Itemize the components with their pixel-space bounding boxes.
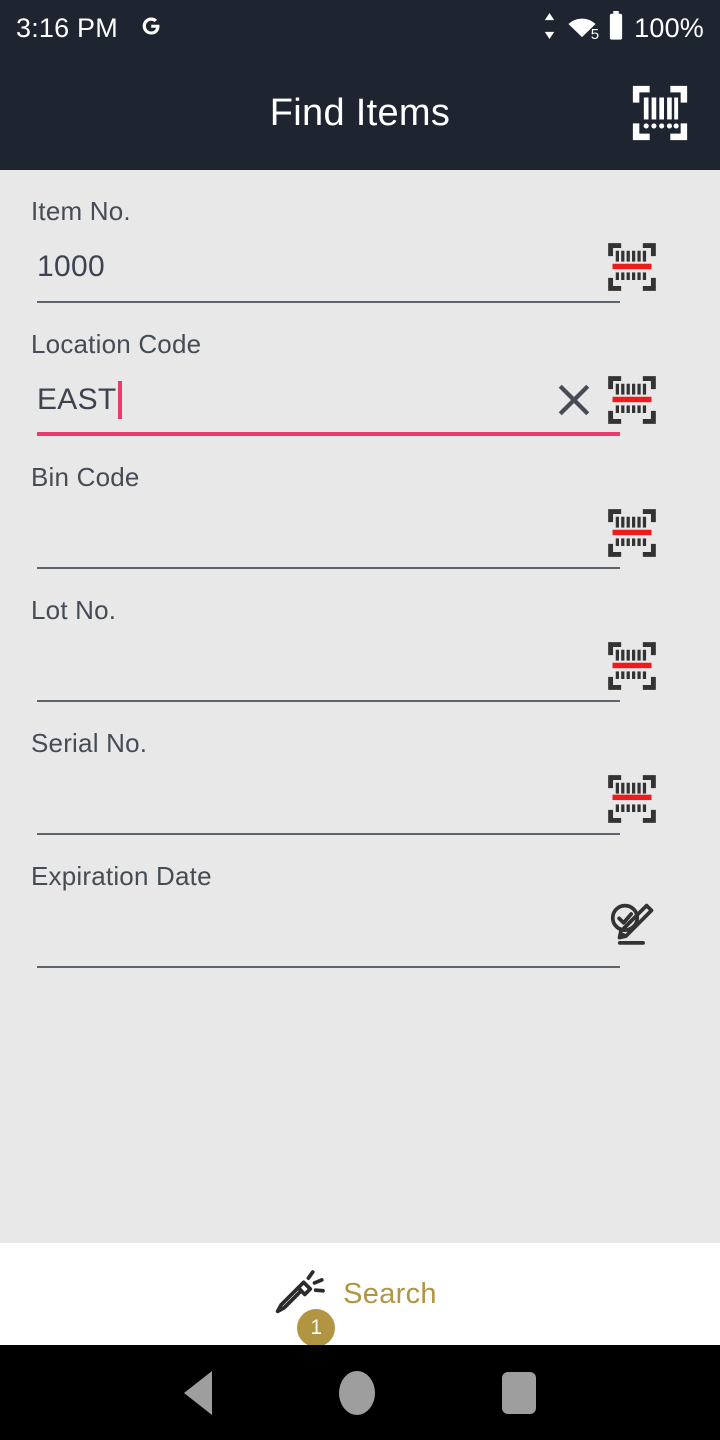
- bin-code-input[interactable]: [37, 497, 620, 569]
- field-label: Item No.: [31, 196, 131, 226]
- data-transfer-arrows-icon: [542, 12, 557, 44]
- field-label: Lot No.: [31, 595, 117, 625]
- field-item-no: Item No. 1000: [0, 170, 720, 303]
- expiration-date-pencil-check-edit-icon[interactable]: [604, 898, 660, 954]
- serial-no-input[interactable]: [37, 763, 620, 835]
- app-screen: 3:16 PM 5 100% Find Items Item No. 1000 …: [0, 0, 720, 1440]
- expiration-date-input[interactable]: [37, 896, 620, 968]
- appbar-barcode-scan-icon[interactable]: [628, 81, 692, 145]
- find-items-form: Item No. 1000 Location Code EAST Bin Cod…: [0, 170, 720, 1243]
- lot-no-input[interactable]: [37, 630, 620, 702]
- field-value: 1000: [37, 250, 105, 283]
- status-bar-right: 5 100%: [542, 10, 704, 46]
- status-bar-left: 3:16 PM: [16, 13, 164, 44]
- location-code-barcode-scan-icon[interactable]: [604, 372, 660, 428]
- serial-no-barcode-scan-icon[interactable]: [604, 771, 660, 827]
- status-bar: 3:16 PM 5 100%: [0, 0, 720, 56]
- google-g-icon: [138, 13, 164, 44]
- field-serial-no: Serial No.: [0, 702, 720, 835]
- status-bar-clock: 3:16 PM: [16, 12, 118, 43]
- field-label: Serial No.: [31, 728, 148, 758]
- text-caret: [117, 381, 122, 419]
- nav-back-icon[interactable]: [183, 1370, 212, 1415]
- field-bin-code: Bin Code: [0, 436, 720, 569]
- item-no-barcode-scan-icon[interactable]: [604, 239, 660, 295]
- wifi-icon: 5: [566, 13, 600, 44]
- field-label: Bin Code: [31, 462, 140, 492]
- field-value: EAST: [37, 383, 117, 416]
- app-bar: Find Items: [0, 56, 720, 170]
- battery-full-icon: [607, 10, 625, 46]
- bin-code-barcode-scan-icon[interactable]: [604, 505, 660, 561]
- bottom-action-bar: Search 1: [0, 1243, 720, 1347]
- item-no-input[interactable]: 1000: [37, 231, 620, 303]
- field-row: 1000: [30, 231, 690, 303]
- field-location-code: Location Code EAST: [0, 303, 720, 436]
- android-navigation-bar: [0, 1345, 720, 1440]
- search-badge-count: 1: [297, 1308, 336, 1347]
- field-row: [30, 896, 690, 968]
- search-button[interactable]: Search 1: [271, 1263, 437, 1347]
- clear-location-code-button[interactable]: [552, 378, 596, 422]
- nav-recents-icon[interactable]: [502, 1371, 537, 1414]
- field-underline: [37, 966, 620, 968]
- lot-no-barcode-scan-icon[interactable]: [604, 638, 660, 694]
- search-label: Search: [343, 1277, 437, 1310]
- field-label: Location Code: [31, 329, 202, 359]
- nav-home-icon[interactable]: [338, 1370, 375, 1415]
- field-label: Expiration Date: [31, 861, 212, 891]
- location-code-input[interactable]: EAST: [37, 364, 620, 436]
- page-title: Find Items: [269, 91, 451, 134]
- field-row: EAST: [30, 364, 690, 436]
- field-row: [30, 497, 690, 569]
- field-lot-no: Lot No.: [0, 569, 720, 702]
- wifi-generation-label: 5: [590, 25, 600, 43]
- battery-percent-label: 100%: [634, 12, 704, 43]
- field-expiration-date: Expiration Date: [0, 835, 720, 968]
- field-row: [30, 763, 690, 835]
- field-row: [30, 630, 690, 702]
